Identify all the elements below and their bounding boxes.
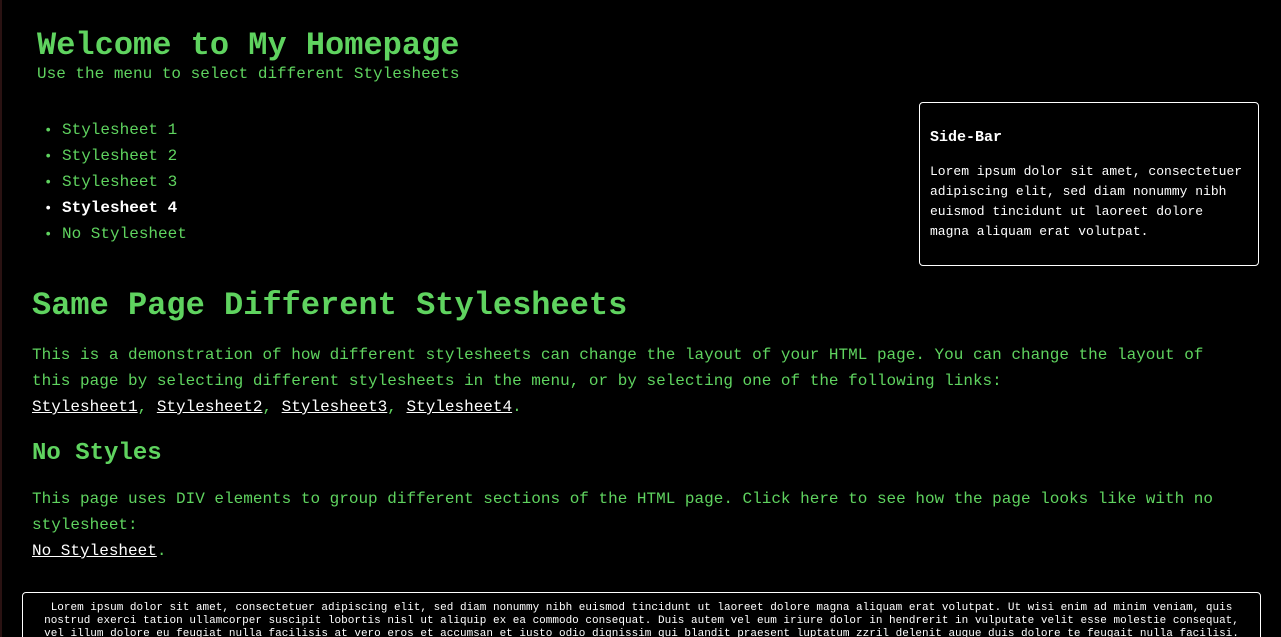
bullet-icon: •	[44, 149, 53, 165]
menu-link-stylesheet-3[interactable]: Stylesheet 3	[62, 173, 177, 191]
menu-link-stylesheet-4[interactable]: Stylesheet 4	[62, 199, 177, 217]
links-end-period: .	[512, 398, 522, 416]
menu-item-stylesheet-1: • Stylesheet 1	[44, 117, 187, 143]
link-no-stylesheet[interactable]: No Stylesheet	[32, 542, 157, 560]
sidebar: Side-Bar Lorem ipsum dolor sit amet, con…	[919, 102, 1259, 266]
page-header: Welcome to My Homepage Use the menu to s…	[37, 28, 459, 84]
menu-item-no-stylesheet: • No Stylesheet	[44, 221, 187, 247]
link-stylesheet2[interactable]: Stylesheet2	[157, 398, 263, 416]
link-separator: ,	[137, 398, 157, 416]
no-styles-text: This page uses DIV elements to group dif…	[32, 490, 1213, 534]
link-stylesheet4[interactable]: Stylesheet4	[406, 398, 512, 416]
bullet-icon: •	[44, 123, 53, 139]
link-stylesheet3[interactable]: Stylesheet3	[282, 398, 388, 416]
page-title: Welcome to My Homepage	[37, 27, 460, 64]
bullet-icon: •	[44, 201, 53, 217]
footer: Lorem ipsum dolor sit amet, consectetuer…	[22, 592, 1261, 637]
menu-link-stylesheet-2[interactable]: Stylesheet 2	[62, 147, 177, 165]
window-left-edge	[0, 0, 2, 637]
no-styles-heading: No Styles	[32, 440, 162, 467]
sidebar-title: Side-Bar	[930, 129, 1003, 146]
main-heading: Same Page Different Stylesheets	[32, 287, 628, 324]
page-subtitle: Use the menu to select different Stylesh…	[37, 65, 460, 83]
link-separator: ,	[387, 398, 407, 416]
main-content: Same Page Different Stylesheets This is …	[32, 288, 1232, 564]
stylesheet-menu: • Stylesheet 1 • Stylesheet 2 • Stylesheet …	[44, 117, 187, 247]
menu-item-stylesheet-3: • Stylesheet 3	[44, 169, 187, 195]
link-stylesheet1[interactable]: Stylesheet1	[32, 398, 138, 416]
bullet-icon: •	[44, 227, 53, 243]
no-styles-end-period: .	[156, 542, 167, 560]
footer-text: Lorem ipsum dolor sit amet, consectetuer…	[44, 602, 1239, 637]
no-styles-paragraph: This page uses DIV elements to group dif…	[32, 486, 1232, 564]
bullet-icon: •	[44, 175, 53, 191]
link-separator: ,	[262, 398, 282, 416]
menu-link-no-stylesheet[interactable]: No Stylesheet	[62, 225, 187, 243]
sidebar-text: Lorem ipsum dolor sit amet, consectetuer…	[930, 164, 1243, 239]
menu-item-stylesheet-2: • Stylesheet 2	[44, 143, 187, 169]
menu-link-stylesheet-1[interactable]: Stylesheet 1	[62, 121, 177, 139]
intro-text: This is a demonstration of how different…	[32, 346, 1204, 390]
menu-item-stylesheet-4: • Stylesheet 4	[44, 195, 187, 221]
intro-paragraph: This is a demonstration of how different…	[32, 342, 1232, 420]
